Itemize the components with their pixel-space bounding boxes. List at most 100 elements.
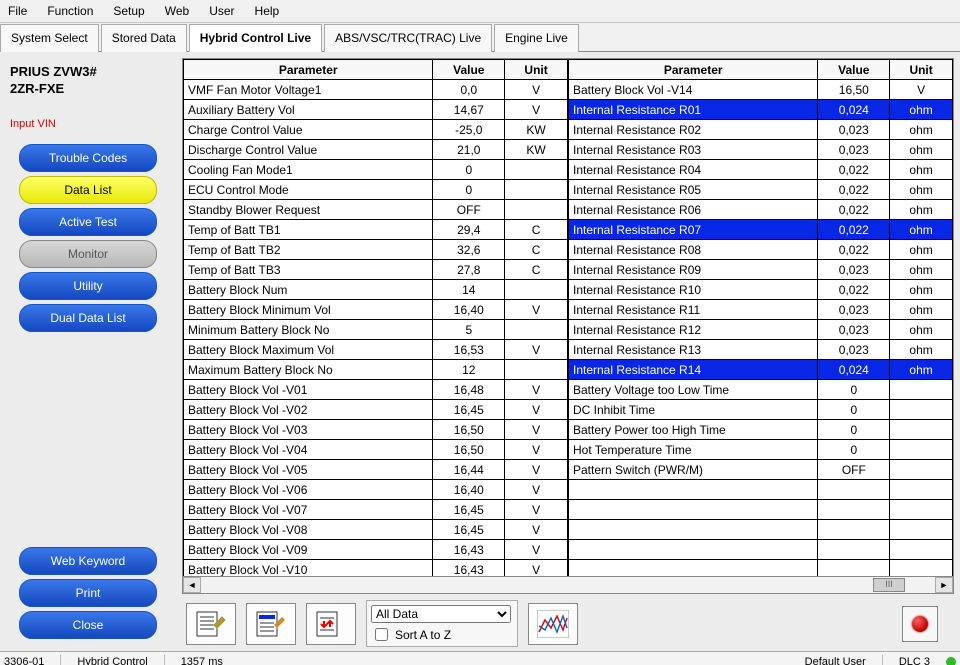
table-row[interactable]: Temp of Batt TB327,8C — [184, 260, 568, 280]
print-button[interactable]: Print — [19, 579, 157, 607]
table-row[interactable]: Discharge Control Value21,0KW — [184, 140, 568, 160]
col-value[interactable]: Value — [818, 60, 890, 80]
filter-select[interactable]: All Data — [371, 605, 511, 623]
table-row[interactable]: Internal Resistance R050,022ohm — [569, 180, 953, 200]
scroll-thumb[interactable]: III — [873, 578, 905, 592]
utility-button[interactable]: Utility — [19, 272, 157, 300]
dual-data-list-button[interactable]: Dual Data List — [19, 304, 157, 332]
table-row[interactable]: Internal Resistance R010,024ohm — [569, 100, 953, 120]
sort-checkbox-label[interactable]: Sort A to Z — [371, 625, 511, 644]
table-row[interactable]: Minimum Battery Block No5 — [184, 320, 568, 340]
col-unit[interactable]: Unit — [890, 60, 953, 80]
input-vin-link[interactable]: Input VIN — [8, 100, 56, 140]
table-row[interactable]: Standby Blower RequestOFF — [184, 200, 568, 220]
menu-web[interactable]: Web — [161, 2, 193, 20]
list-normal-icon[interactable] — [186, 603, 236, 645]
table-row[interactable]: Battery Power too High Time0 — [569, 420, 953, 440]
table-row[interactable]: Battery Block Num14 — [184, 280, 568, 300]
table-row[interactable]: Battery Block Vol -V0716,45V — [184, 500, 568, 520]
menu-file[interactable]: File — [4, 2, 31, 20]
table-row[interactable]: Battery Block Vol -V1416,50V — [569, 80, 953, 100]
col-parameter[interactable]: Parameter — [184, 60, 433, 80]
table-row[interactable]: Internal Resistance R090,023ohm — [569, 260, 953, 280]
close-button[interactable]: Close — [19, 611, 157, 639]
table-row[interactable]: Battery Block Minimum Vol16,40V — [184, 300, 568, 320]
col-unit[interactable]: Unit — [505, 60, 568, 80]
unit-cell: C — [505, 260, 568, 280]
table-row[interactable]: Auxiliary Battery Vol14,67V — [184, 100, 568, 120]
tab-stored-data[interactable]: Stored Data — [101, 24, 187, 52]
graph-icon[interactable] — [528, 603, 578, 645]
table-row[interactable]: Internal Resistance R120,023ohm — [569, 320, 953, 340]
table-row[interactable]: Battery Block Vol -V0616,40V — [184, 480, 568, 500]
param-cell: Internal Resistance R14 — [569, 360, 818, 380]
table-row[interactable]: Internal Resistance R060,022ohm — [569, 200, 953, 220]
table-row[interactable]: DC Inhibit Time0 — [569, 400, 953, 420]
record-button[interactable] — [902, 606, 938, 642]
table-row[interactable]: Battery Block Vol -V0116,48V — [184, 380, 568, 400]
unit-cell: ohm — [890, 300, 953, 320]
web-keyword-button[interactable]: Web Keyword — [19, 547, 157, 575]
sort-checkbox[interactable] — [375, 628, 388, 641]
table-row[interactable]: Battery Block Vol -V0316,50V — [184, 420, 568, 440]
table-row[interactable]: Battery Block Vol -V0816,45V — [184, 520, 568, 540]
param-cell: Auxiliary Battery Vol — [184, 100, 433, 120]
table-row[interactable]: Temp of Batt TB232,6C — [184, 240, 568, 260]
param-cell: Internal Resistance R01 — [569, 100, 818, 120]
list-select-icon[interactable] — [246, 603, 296, 645]
table-row[interactable]: Internal Resistance R110,023ohm — [569, 300, 953, 320]
active-test-button[interactable]: Active Test — [19, 208, 157, 236]
unit-cell: V — [505, 100, 568, 120]
table-row[interactable]: Internal Resistance R080,022ohm — [569, 240, 953, 260]
table-row[interactable]: Battery Block Vol -V0216,45V — [184, 400, 568, 420]
value-cell: 0,022 — [818, 160, 890, 180]
table-row[interactable]: Internal Resistance R130,023ohm — [569, 340, 953, 360]
col-parameter[interactable]: Parameter — [569, 60, 818, 80]
menu-help[interactable]: Help — [251, 2, 284, 20]
menu-user[interactable]: User — [205, 2, 238, 20]
tab-system-select[interactable]: System Select — [0, 24, 99, 52]
scroll-right-arrow[interactable]: ► — [935, 577, 953, 593]
param-cell: Internal Resistance R05 — [569, 180, 818, 200]
table-row[interactable]: Temp of Batt TB129,4C — [184, 220, 568, 240]
value-cell: 0,0 — [433, 80, 505, 100]
unit-cell: V — [505, 380, 568, 400]
table-row[interactable]: Battery Block Maximum Vol16,53V — [184, 340, 568, 360]
col-value[interactable]: Value — [433, 60, 505, 80]
tab-abs-vsc-trc-trac-live[interactable]: ABS/VSC/TRC(TRAC) Live — [324, 24, 492, 52]
table-row[interactable]: Internal Resistance R040,022ohm — [569, 160, 953, 180]
menu-setup[interactable]: Setup — [109, 2, 148, 20]
horizontal-scrollbar[interactable]: ◄ III ► — [182, 577, 954, 594]
scroll-left-arrow[interactable]: ◄ — [183, 577, 201, 593]
param-cell: Discharge Control Value — [184, 140, 433, 160]
param-cell: Charge Control Value — [184, 120, 433, 140]
table-row[interactable]: Internal Resistance R030,023ohm — [569, 140, 953, 160]
tab-hybrid-control-live[interactable]: Hybrid Control Live — [189, 24, 322, 52]
unit-cell — [505, 320, 568, 340]
menu-function[interactable]: Function — [43, 2, 97, 20]
table-row[interactable]: Battery Block Vol -V0516,44V — [184, 460, 568, 480]
table-row[interactable]: ECU Control Mode0 — [184, 180, 568, 200]
param-cell: Battery Block Vol -V06 — [184, 480, 433, 500]
tab-engine-live[interactable]: Engine Live — [494, 24, 579, 52]
table-row[interactable]: Internal Resistance R070,022ohm — [569, 220, 953, 240]
table-row[interactable]: Charge Control Value-25,0KW — [184, 120, 568, 140]
table-row[interactable]: VMF Fan Motor Voltage10,0V — [184, 80, 568, 100]
table-row[interactable]: Battery Voltage too Low Time0 — [569, 380, 953, 400]
table-row[interactable]: Cooling Fan Mode10 — [184, 160, 568, 180]
table-row[interactable]: Battery Block Vol -V1016,43V — [184, 560, 568, 578]
table-row[interactable]: Maximum Battery Block No12 — [184, 360, 568, 380]
data-list-button[interactable]: Data List — [19, 176, 157, 204]
table-row[interactable]: Battery Block Vol -V0916,43V — [184, 540, 568, 560]
list-swap-icon[interactable] — [306, 603, 356, 645]
table-row[interactable]: Internal Resistance R020,023ohm — [569, 120, 953, 140]
trouble-codes-button[interactable]: Trouble Codes — [19, 144, 157, 172]
table-row[interactable]: Internal Resistance R100,022ohm — [569, 280, 953, 300]
table-row[interactable]: Pattern Switch (PWR/M)OFF — [569, 460, 953, 480]
vehicle-engine: 2ZR-FXE — [10, 81, 97, 98]
table-row[interactable]: Internal Resistance R140,024ohm — [569, 360, 953, 380]
unit-cell: ohm — [890, 200, 953, 220]
table-row[interactable]: Battery Block Vol -V0416,50V — [184, 440, 568, 460]
table-row[interactable]: Hot Temperature Time0 — [569, 440, 953, 460]
param-cell: Hot Temperature Time — [569, 440, 818, 460]
